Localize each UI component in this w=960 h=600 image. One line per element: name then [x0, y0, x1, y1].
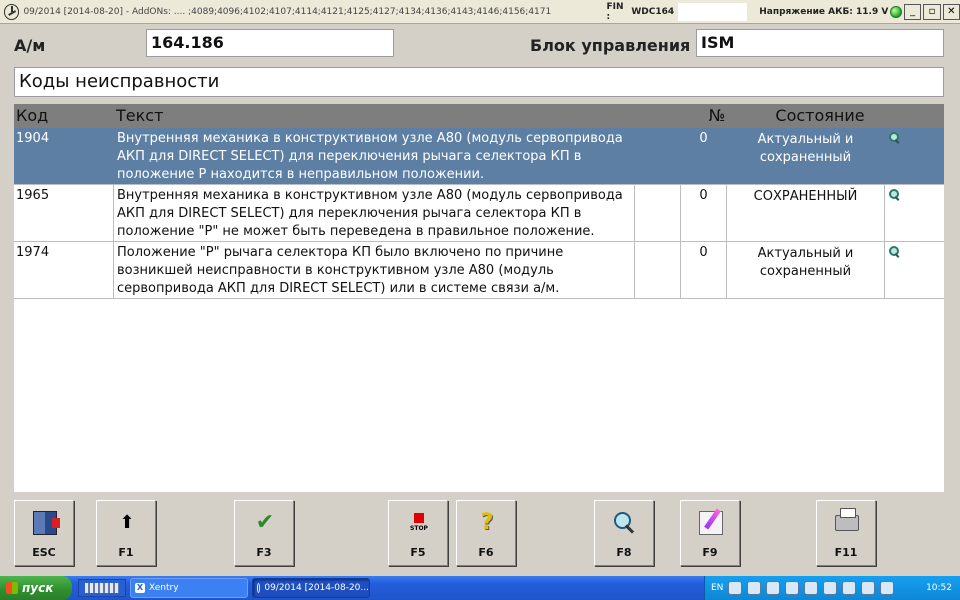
fault-number: 0	[681, 128, 727, 184]
language-indicator[interactable]: EN	[711, 583, 723, 593]
keyboard-icon	[85, 583, 119, 593]
f3-label: F3	[256, 546, 272, 559]
quick-launch[interactable]	[78, 579, 126, 597]
tray-icon[interactable]	[766, 581, 781, 595]
task-label: Xentry	[149, 583, 179, 593]
empty-cell	[635, 128, 681, 184]
magnifier-icon[interactable]	[889, 189, 901, 201]
system-tray: EN 10:52	[704, 576, 960, 600]
empty-cell	[635, 242, 681, 298]
printer-icon	[835, 508, 859, 531]
esc-button[interactable]: ESC	[14, 500, 74, 566]
battery-voltage: Напряжение АКБ: 11.9 V	[759, 6, 889, 17]
f5-label: F5	[410, 546, 426, 559]
fault-text: Внутренняя механика в конструктивном узл…	[114, 128, 635, 184]
arrow-up-icon: ⬆	[119, 512, 135, 533]
clock: 10:52	[926, 583, 952, 593]
fault-code: 1965	[14, 185, 114, 241]
f3-button[interactable]: ✔ F3	[234, 500, 294, 566]
table-row[interactable]: 1904 Внутренняя механика в конструктивно…	[14, 128, 944, 185]
details-cell	[885, 185, 944, 241]
fault-state: Актуальный и сохраненный	[727, 128, 885, 184]
fin-value: WDC164	[631, 6, 675, 17]
xentry-icon: X	[135, 583, 145, 593]
fault-code: 1904	[14, 128, 114, 184]
stop-icon	[407, 511, 431, 535]
task-current-window[interactable]: 09/2014 [2014-08-20...	[252, 578, 370, 598]
details-cell	[885, 242, 944, 298]
column-header-number[interactable]: №	[694, 104, 740, 128]
vehicle-field: 164.186	[146, 29, 394, 57]
windows-flag-icon	[6, 582, 18, 594]
table-header: Код Текст № Состояние	[14, 104, 944, 128]
task-xentry[interactable]: X Xentry	[130, 578, 248, 598]
f6-button[interactable]: ? F6	[456, 500, 516, 566]
column-header-details	[900, 104, 944, 128]
edit-icon	[699, 511, 723, 535]
title-bar: 09/2014 [2014-08-20] - AddONs: .... ;408…	[0, 0, 960, 24]
column-header-text[interactable]: Текст	[114, 104, 694, 128]
magnifier-icon[interactable]	[889, 246, 901, 258]
f1-button[interactable]: ⬆ F1	[96, 500, 156, 566]
start-button[interactable]: пуск	[0, 576, 72, 600]
start-label: пуск	[22, 581, 54, 595]
column-header-code[interactable]: Код	[14, 104, 114, 128]
fin-hidden-box	[678, 2, 748, 21]
esc-label: ESC	[32, 546, 56, 559]
f11-button[interactable]: F11	[816, 500, 876, 566]
tray-icon[interactable]	[785, 581, 800, 595]
close-button[interactable]: ✕	[942, 3, 960, 20]
fault-state: Актуальный и сохраненный	[727, 242, 885, 298]
fault-text: Положение "P" рычага селектора КП было в…	[114, 242, 635, 298]
status-led-icon	[890, 5, 902, 18]
task-label: 09/2014 [2014-08-20...	[264, 583, 369, 593]
fault-number: 0	[681, 185, 727, 241]
window-title: 09/2014 [2014-08-20] - AddONs: .... ;408…	[23, 6, 552, 17]
minimize-button[interactable]: _	[903, 3, 922, 20]
tray-icon[interactable]	[861, 581, 876, 595]
magnifier-icon	[613, 511, 637, 535]
ecu-field: ISM	[696, 29, 944, 57]
mercedes-logo-icon	[257, 583, 261, 593]
fault-number: 0	[681, 242, 727, 298]
magnifier-icon[interactable]	[889, 132, 901, 144]
f8-label: F8	[616, 546, 632, 559]
tray-icon[interactable]	[823, 581, 838, 595]
vehicle-label: А/м	[14, 36, 46, 55]
f5-button[interactable]: F5	[388, 500, 448, 566]
fault-state: СОХРАНЕННЫЙ	[727, 185, 885, 241]
exit-door-icon	[33, 511, 60, 535]
empty-cell	[635, 185, 681, 241]
table-row[interactable]: 1965 Внутренняя механика в конструктивно…	[14, 185, 944, 242]
f9-label: F9	[702, 546, 718, 559]
section-title: Коды неисправности	[14, 67, 944, 97]
fault-codes-table: Код Текст № Состояние 1904 Внутренняя ме…	[14, 104, 944, 492]
f9-button[interactable]: F9	[680, 500, 740, 566]
checkmark-icon: ✔	[255, 510, 275, 535]
taskbar: пуск X Xentry 09/2014 [2014-08-20... EN …	[0, 576, 960, 600]
tray-icon[interactable]	[728, 581, 743, 595]
vehicle-header: А/м 164.186 Блок управления ISM	[0, 24, 960, 64]
ecu-label: Блок управления	[530, 36, 691, 55]
details-cell	[885, 128, 944, 184]
f11-label: F11	[834, 546, 858, 559]
tray-icon[interactable]	[747, 581, 762, 595]
f1-label: F1	[118, 546, 134, 559]
fault-text: Внутренняя механика в конструктивном узл…	[114, 185, 635, 241]
tray-icon[interactable]	[804, 581, 819, 595]
help-icon: ?	[480, 510, 494, 535]
f8-button[interactable]: F8	[594, 500, 654, 566]
tray-icon[interactable]	[842, 581, 857, 595]
fin-label: FIN :	[606, 1, 624, 22]
tray-icon[interactable]	[880, 581, 895, 595]
f6-label: F6	[478, 546, 494, 559]
column-header-state[interactable]: Состояние	[740, 104, 900, 128]
restore-button[interactable]: ▫	[923, 3, 941, 20]
mercedes-logo-icon	[4, 3, 20, 20]
table-row[interactable]: 1974 Положение "P" рычага селектора КП б…	[14, 242, 944, 299]
fault-code: 1974	[14, 242, 114, 298]
function-key-bar: ESC ⬆ F1 ✔ F3 F5 ? F6 F8 F9 F11	[0, 498, 960, 568]
